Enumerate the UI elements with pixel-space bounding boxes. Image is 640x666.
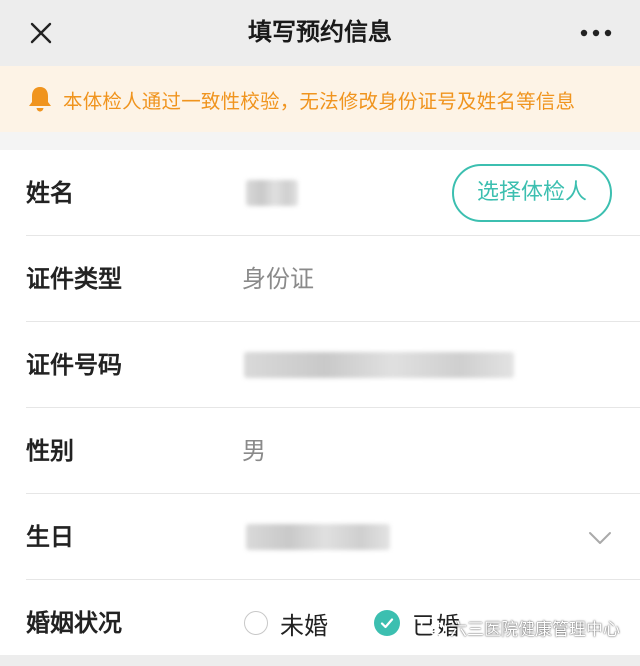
gender-value: 男	[242, 437, 266, 465]
check-icon	[374, 610, 400, 636]
watermark-text: 六三医院健康管理中心	[450, 619, 620, 640]
more-dots-icon[interactable]	[576, 18, 616, 48]
bell-icon	[29, 87, 51, 112]
birthday-value-redacted	[246, 524, 390, 550]
gender-label: 性别	[26, 437, 74, 465]
notice-banner: 本体检人通过一致性校验，无法修改身份证号及姓名等信息	[0, 66, 640, 132]
radio-label: 未婚	[280, 611, 328, 640]
name-value-redacted	[246, 180, 298, 206]
id-number-label: 证件号码	[26, 351, 122, 379]
form-row-id-type[interactable]: 证件类型 身份证	[0, 236, 640, 322]
chevron-down-icon[interactable]	[586, 524, 614, 552]
form-row-id-number: 证件号码	[0, 322, 640, 408]
id-type-label: 证件类型	[26, 265, 122, 293]
watermark: 六三医院健康管理中心	[420, 612, 620, 642]
form-row-birthday[interactable]: 生日	[0, 494, 640, 580]
wechat-logo-icon	[420, 617, 445, 636]
select-examinee-button[interactable]: 选择体检人	[452, 164, 612, 222]
top-bar: 填写预约信息	[0, 0, 640, 66]
birthday-label: 生日	[26, 523, 74, 551]
name-label: 姓名	[26, 179, 74, 207]
notice-text: 本体检人通过一致性校验，无法修改身份证号及姓名等信息	[63, 89, 576, 113]
id-type-value: 身份证	[242, 265, 314, 293]
booking-form: 姓名 选择体检人 证件类型 身份证 证件号码 性别 男 生日 婚姻状况 未婚 已…	[0, 150, 640, 655]
radio-unmarried[interactable]: 未婚	[244, 580, 328, 666]
page-title: 填写预约信息	[248, 18, 392, 46]
radio-unchecked-icon	[244, 611, 268, 635]
form-row-gender: 性别 男	[0, 408, 640, 494]
section-gap	[0, 132, 640, 150]
form-row-name: 姓名 选择体检人	[0, 150, 640, 236]
marital-status-label: 婚姻状况	[26, 609, 122, 637]
id-number-value-redacted	[244, 352, 514, 378]
